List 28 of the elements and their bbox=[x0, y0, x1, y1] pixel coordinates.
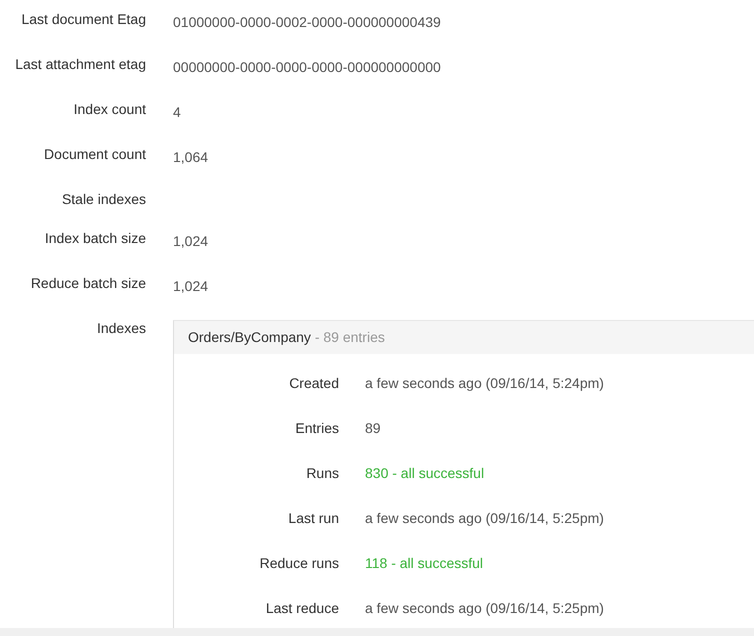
field-label: Last attachment etag bbox=[14, 55, 146, 74]
detail-label: Entries bbox=[294, 419, 339, 438]
field-label: Reduce batch size bbox=[30, 274, 146, 293]
detail-label: Created bbox=[288, 374, 339, 393]
field-label: Last document Etag bbox=[20, 10, 146, 29]
detail-value: 830 - all successful bbox=[365, 465, 484, 481]
field-label: Index batch size bbox=[44, 229, 146, 248]
field-label: Stale indexes bbox=[60, 190, 146, 209]
field-value: 1,064 bbox=[173, 149, 208, 165]
field-value: 1,024 bbox=[173, 233, 208, 249]
detail-label: Last reduce bbox=[264, 599, 339, 618]
detail-value: a few seconds ago (09/16/14, 5:25pm) bbox=[365, 510, 604, 526]
field-value: 1,024 bbox=[173, 278, 208, 294]
detail-value: a few seconds ago (09/16/14, 5:24pm) bbox=[365, 375, 604, 391]
field-value: 01000000-0000-0002-0000-000000000439 bbox=[173, 14, 441, 30]
index-name: Orders/ByCompany bbox=[188, 329, 311, 345]
detail-label: Last run bbox=[287, 509, 339, 528]
detail-label: Reduce runs bbox=[258, 554, 339, 573]
detail-value: 89 bbox=[365, 420, 381, 436]
field-label: Indexes bbox=[96, 319, 146, 338]
field-label: Index count bbox=[72, 100, 146, 119]
entry-count: - 89 entries bbox=[314, 329, 385, 345]
field-label: Document count bbox=[43, 145, 146, 164]
detail-value: 118 - all successful bbox=[365, 555, 484, 571]
detail-label: Runs bbox=[305, 464, 339, 483]
detail-value: a few seconds ago (09/16/14, 5:25pm) bbox=[365, 600, 604, 616]
field-value: 4 bbox=[173, 104, 181, 120]
field-value: 00000000-0000-0000-0000-000000000000 bbox=[173, 59, 441, 75]
